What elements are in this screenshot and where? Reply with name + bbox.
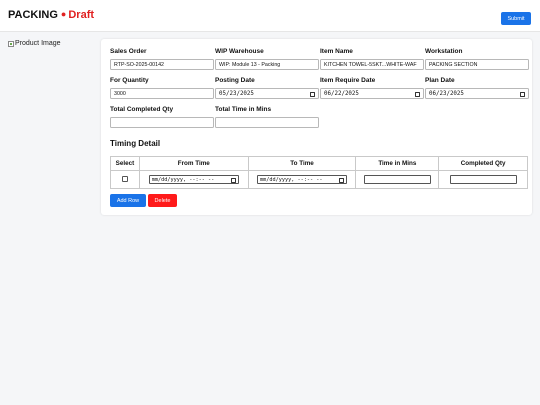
- total-completed-qty-field[interactable]: [110, 117, 214, 128]
- job-card-form: Sales Order RTP-SO-2025-00142 WIP Wareho…: [101, 39, 532, 215]
- wip-warehouse-field[interactable]: WIP: Module 13 - Packing: [215, 59, 319, 70]
- calendar-icon[interactable]: [310, 91, 315, 97]
- item-name-value: KITCHEN TOWEL-5SKT...WHITE-WAF: [324, 61, 417, 68]
- time-in-mins-input[interactable]: [363, 175, 431, 184]
- top-bar: PACKING ● Draft Submit: [0, 0, 540, 32]
- column-header-completed-qty: Completed Qty: [438, 156, 528, 171]
- select-cell: [110, 170, 140, 189]
- timing-detail-title: Timing Detail: [110, 139, 161, 148]
- item-name-field[interactable]: KITCHEN TOWEL-5SKT...WHITE-WAF: [320, 59, 424, 70]
- calendar-icon[interactable]: [230, 177, 236, 183]
- total-time-in-mins-field[interactable]: [215, 117, 319, 128]
- total-time-in-mins-label: Total Time in Mins: [215, 106, 272, 113]
- plan-date-field[interactable]: 06/23/2025: [425, 88, 529, 99]
- doctype-title: PACKING: [8, 9, 58, 21]
- column-header-from-time: From Time: [138, 156, 249, 171]
- item-require-date-field[interactable]: 06/22/2025: [320, 88, 424, 99]
- for-quantity-label: For Quantity: [110, 77, 149, 84]
- posting-date-field[interactable]: 05/23/2025: [215, 88, 319, 99]
- column-header-time-in-mins: Time in Mins: [355, 156, 440, 171]
- product-image: Product Image: [8, 40, 61, 47]
- page-title: PACKING ● Draft: [8, 9, 94, 21]
- to-time-value: mm/dd/yyyy, --:-- --: [260, 177, 323, 183]
- completed-qty-cell: [438, 170, 528, 189]
- broken-image-icon: [8, 40, 14, 47]
- column-header-to-time: To Time: [247, 156, 357, 171]
- item-require-date-value: 06/22/2025: [324, 90, 359, 97]
- plan-date-value: 06/23/2025: [429, 90, 464, 97]
- wip-warehouse-label: WIP Warehouse: [215, 48, 264, 55]
- item-require-date-label: Item Require Date: [320, 77, 376, 84]
- time-in-mins-cell: [355, 170, 440, 189]
- workstation-label: Workstation: [425, 48, 463, 55]
- submit-button[interactable]: Submit: [501, 12, 531, 25]
- table-header-row: Select From Time To Time Time in Mins Co…: [110, 156, 528, 171]
- workstation-value: PACKING SECTION: [429, 61, 478, 68]
- sales-order-field[interactable]: RTP-SO-2025-00142: [110, 59, 214, 70]
- wip-warehouse-value: WIP: Module 13 - Packing: [219, 61, 281, 68]
- table-row: mm/dd/yyyy, --:-- -- mm/dd/yyyy, --:-- -…: [110, 170, 528, 189]
- from-time-value: mm/dd/yyyy, --:-- --: [151, 177, 215, 183]
- to-time-input[interactable]: mm/dd/yyyy, --:-- --: [257, 175, 348, 184]
- sales-order-label: Sales Order: [110, 48, 147, 55]
- sales-order-value: RTP-SO-2025-00142: [114, 61, 164, 68]
- calendar-icon[interactable]: [520, 91, 525, 97]
- calendar-icon[interactable]: [415, 91, 420, 97]
- plan-date-label: Plan Date: [425, 77, 455, 84]
- status-badge: Draft: [68, 9, 95, 21]
- total-completed-qty-label: Total Completed Qty: [110, 106, 174, 113]
- row-select-checkbox[interactable]: [121, 175, 128, 182]
- for-quantity-value: 3000: [114, 90, 126, 97]
- product-image-alt: Product Image: [15, 40, 61, 47]
- delete-button[interactable]: Delete: [148, 194, 177, 207]
- for-quantity-field[interactable]: 3000: [110, 88, 214, 99]
- calendar-icon[interactable]: [339, 177, 345, 183]
- completed-qty-input[interactable]: [449, 175, 517, 184]
- from-time-cell: mm/dd/yyyy, --:-- --: [138, 170, 249, 189]
- add-row-button[interactable]: Add Row: [110, 194, 146, 207]
- status-dot-icon: ●: [60, 9, 67, 19]
- posting-date-value: 05/23/2025: [219, 90, 254, 97]
- from-time-input[interactable]: mm/dd/yyyy, --:-- --: [148, 175, 239, 184]
- item-name-label: Item Name: [320, 48, 353, 55]
- timing-table: Select From Time To Time Time in Mins Co…: [110, 156, 528, 189]
- workstation-field[interactable]: PACKING SECTION: [425, 59, 529, 70]
- posting-date-label: Posting Date: [215, 77, 255, 84]
- column-header-select: Select: [110, 156, 140, 171]
- to-time-cell: mm/dd/yyyy, --:-- --: [247, 170, 357, 189]
